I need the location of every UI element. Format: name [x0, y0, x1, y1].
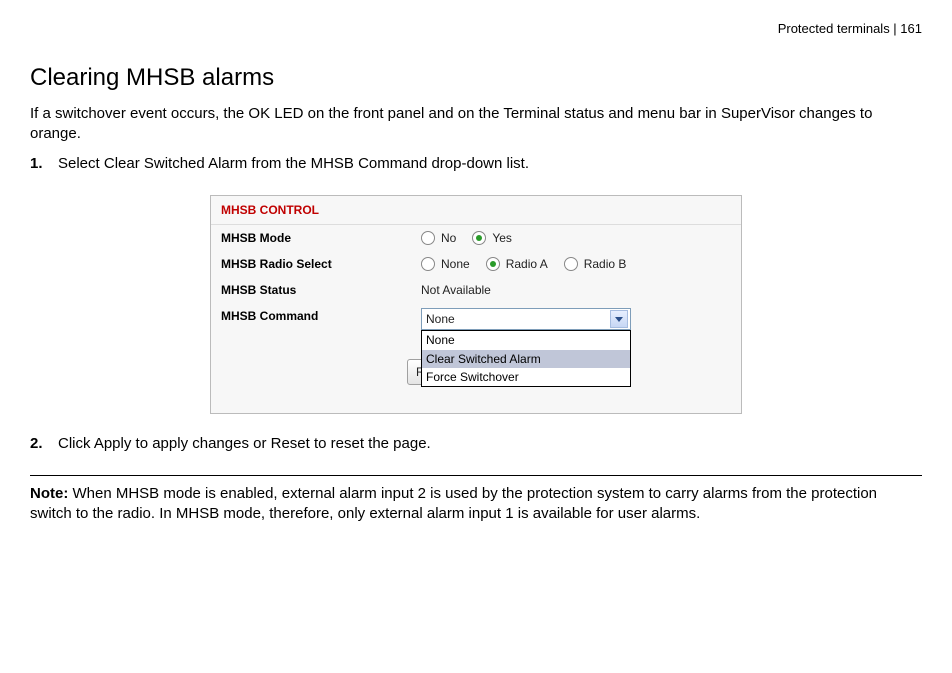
radio-select-a[interactable]: [486, 257, 500, 271]
select-option-force-switchover[interactable]: Force Switchover: [422, 368, 630, 386]
row-mhsb-radio-select: MHSB Radio Select None Radio A Radio B: [211, 251, 741, 277]
page-title: Clearing MHSB alarms: [30, 62, 922, 94]
value-mhsb-status: Not Available: [421, 282, 491, 298]
select-option-none[interactable]: None: [422, 331, 630, 349]
radio-select-b-label: Radio B: [584, 256, 627, 272]
radio-mode-no-label: No: [441, 230, 456, 246]
step-1-text: Select Clear Switched Alarm from the MHS…: [58, 154, 529, 174]
panel-title: MHSB CONTROL: [211, 196, 741, 225]
radio-select-none-label: None: [441, 256, 470, 272]
select-display[interactable]: None: [421, 308, 631, 330]
step-2: 2. Click Apply to apply changes or Reset…: [30, 434, 922, 454]
radio-mode-no[interactable]: [421, 231, 435, 245]
row-mhsb-command: MHSB Command None None Clear Switched Al…: [211, 303, 741, 335]
step-1: 1. Select Clear Switched Alarm from the …: [30, 154, 922, 174]
row-mhsb-mode: MHSB Mode No Yes: [211, 225, 741, 251]
intro-paragraph: If a switchover event occurs, the OK LED…: [30, 104, 922, 145]
step-list-2: 2. Click Apply to apply changes or Reset…: [30, 434, 922, 454]
step-2-text: Click Apply to apply changes or Reset to…: [58, 434, 431, 454]
label-mhsb-mode: MHSB Mode: [221, 230, 421, 246]
step-list: 1. Select Clear Switched Alarm from the …: [30, 154, 922, 174]
select-dropdown-list: None Clear Switched Alarm Force Switchov…: [421, 330, 631, 387]
select-option-clear-switched-alarm[interactable]: Clear Switched Alarm: [422, 350, 630, 368]
step-2-number: 2.: [30, 434, 58, 454]
note-prefix: Note:: [30, 485, 68, 502]
chevron-down-icon[interactable]: [610, 310, 628, 328]
radio-select-a-label: Radio A: [506, 256, 548, 272]
radio-mode-yes-label: Yes: [492, 230, 512, 246]
select-current-value: None: [426, 311, 455, 327]
separator: [30, 475, 922, 476]
label-mhsb-status: MHSB Status: [221, 282, 421, 298]
mhsb-control-panel: MHSB CONTROL MHSB Mode No Yes MHSB Radio…: [210, 195, 742, 415]
step-1-number: 1.: [30, 154, 58, 174]
row-mhsb-status: MHSB Status Not Available: [211, 277, 741, 303]
page-header: Protected terminals | 161: [30, 20, 922, 38]
mhsb-command-select[interactable]: None None Clear Switched Alarm Force Swi…: [421, 308, 631, 330]
label-mhsb-command: MHSB Command: [221, 308, 421, 324]
radio-select-b[interactable]: [564, 257, 578, 271]
breadcrumb: Protected terminals | 161: [778, 21, 922, 36]
label-mhsb-radio-select: MHSB Radio Select: [221, 256, 421, 272]
radio-select-none[interactable]: [421, 257, 435, 271]
figure-wrapper: MHSB CONTROL MHSB Mode No Yes MHSB Radio…: [30, 195, 922, 415]
note-paragraph: Note: When MHSB mode is enabled, externa…: [30, 484, 922, 525]
radio-mode-yes[interactable]: [472, 231, 486, 245]
note-body: When MHSB mode is enabled, external alar…: [30, 485, 877, 522]
